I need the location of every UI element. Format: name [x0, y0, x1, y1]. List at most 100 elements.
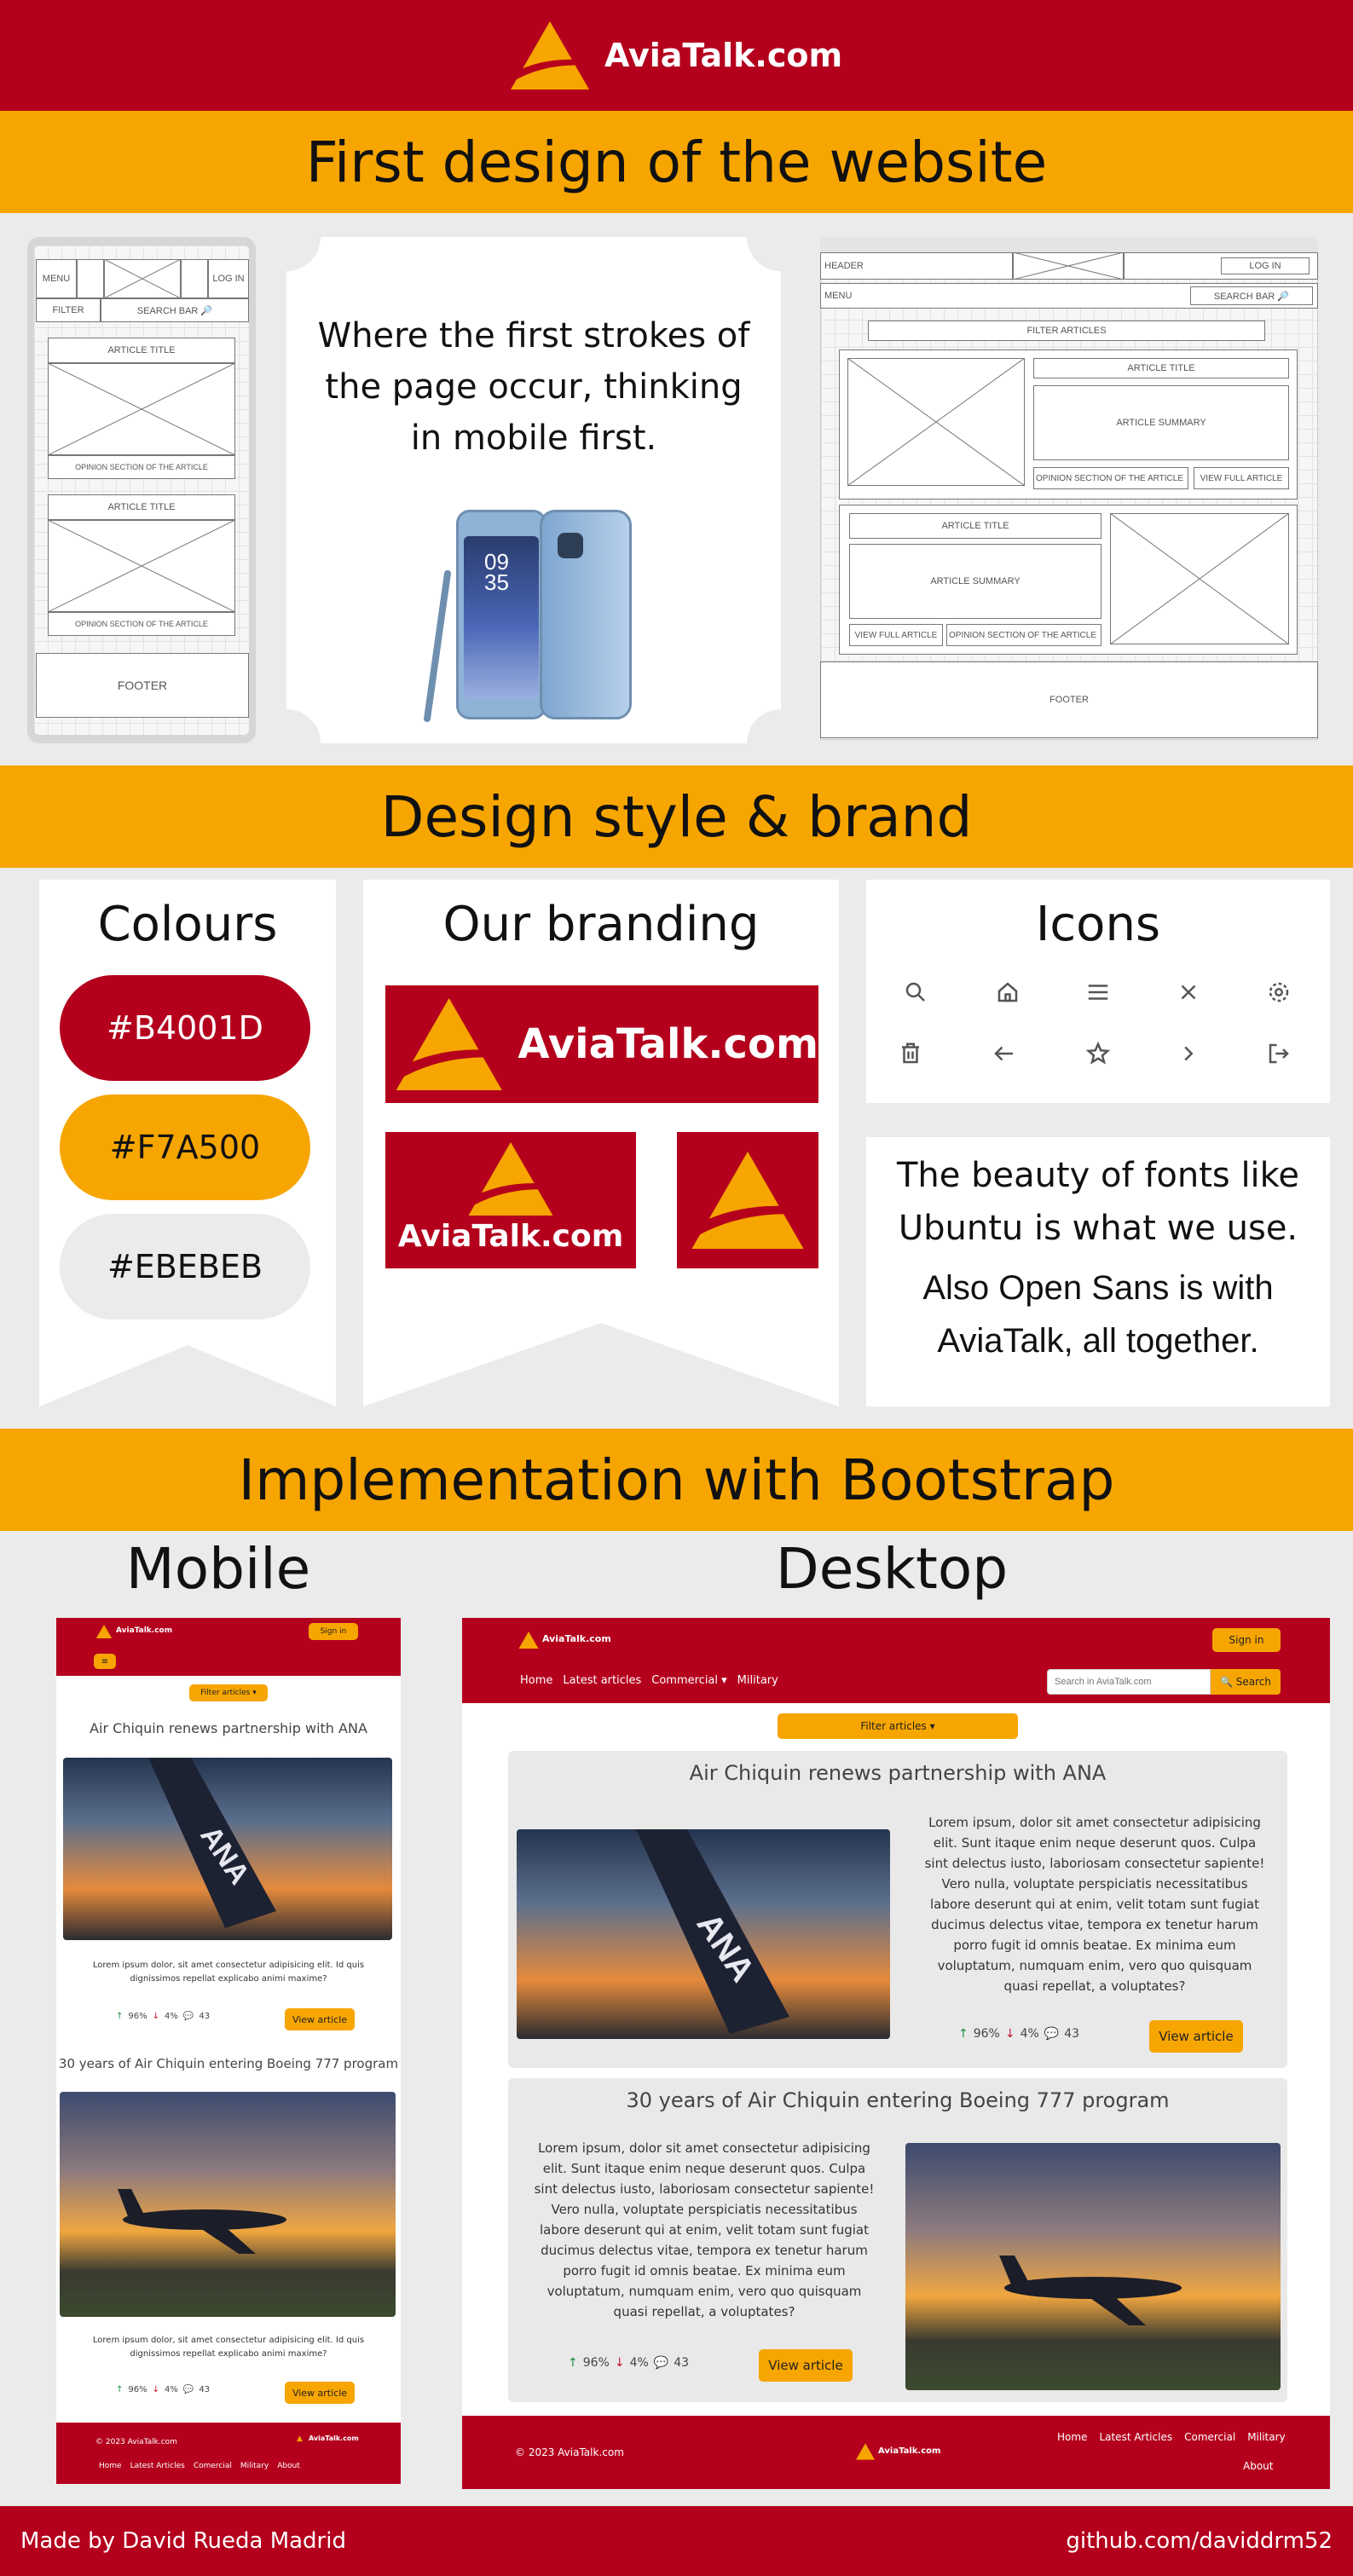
- article-image: [905, 2143, 1281, 2390]
- desktop-nav: Home Latest articles Commercial ▾ Milita…: [520, 1674, 789, 1687]
- mobile-navbar: AviaTalk.com Sign in ≡: [56, 1618, 401, 1676]
- logout-icon: [1262, 1037, 1296, 1071]
- view-article-button[interactable]: View article: [285, 2008, 355, 2030]
- wf-footer: FOOTER: [820, 661, 1318, 738]
- comments-icon[interactable]: 💬: [183, 2385, 194, 2394]
- search-input[interactable]: [1047, 1669, 1211, 1695]
- wf-view-full: VIEW FULL ARTICLE: [849, 624, 943, 646]
- wf-opinion: OPINION SECTION OF THE ARTICLE: [946, 624, 1101, 646]
- search-icon: [899, 975, 933, 1009]
- brand-name[interactable]: AviaTalk.com: [604, 37, 842, 74]
- fonts-card: The beauty of fonts like Ubuntu is what …: [866, 1137, 1330, 1406]
- wf-article-summary: ARTICLE SUMMARY: [1033, 385, 1289, 460]
- nav-link-latest[interactable]: Latest articles: [563, 1674, 641, 1687]
- gear-icon: [1262, 975, 1296, 1009]
- article-image: ANA: [63, 1758, 392, 1940]
- wf-opinion: OPINION SECTION OF THE ARTICLE: [48, 455, 235, 479]
- wf-article-summary: ARTICLE SUMMARY: [849, 544, 1101, 619]
- brand-name[interactable]: AviaTalk.com: [116, 1626, 172, 1635]
- hamburger-menu-button[interactable]: ≡: [94, 1654, 116, 1669]
- desktop-footer: © 2023 AviaTalk.com AviaTalk.com Home La…: [462, 2416, 1330, 2489]
- brand-banner-icon: [677, 1132, 818, 1268]
- footer-link[interactable]: Home: [99, 2462, 122, 2470]
- colour-swatch: #B4001D: [60, 975, 310, 1081]
- brand-logo-icon: [396, 998, 502, 1090]
- article-body: Lorem ipsum, dolor sit amet consectetur …: [924, 1815, 1265, 1994]
- article-title[interactable]: 30 years of Air Chiquin entering Boeing …: [508, 2088, 1287, 2112]
- view-article-button[interactable]: View article: [285, 2382, 355, 2404]
- wf-image-placeholder: [48, 363, 235, 455]
- search-button[interactable]: 🔍 Search: [1211, 1669, 1281, 1695]
- branding-card: Our branding AviaTalk.com AviaTalk.com: [363, 880, 839, 1406]
- icons-title: Icons: [1035, 897, 1161, 952]
- mobile-mockup: AviaTalk.com Sign in ≡ Filter articles ▾…: [56, 1618, 401, 2484]
- trash-icon: [893, 1037, 928, 1071]
- footer-link[interactable]: Latest Articles: [130, 2462, 185, 2470]
- footer-link[interactable]: Military: [240, 2462, 269, 2470]
- footer-link[interactable]: About: [277, 2462, 300, 2470]
- branding-title: Our branding: [442, 897, 760, 952]
- comments-icon[interactable]: 💬: [183, 2012, 194, 2021]
- footer-link[interactable]: Comercial: [1184, 2431, 1235, 2443]
- repo-link[interactable]: github.com/daviddrm52: [1066, 2528, 1333, 2554]
- comments-icon[interactable]: 💬: [654, 2356, 668, 2370]
- star-icon: [1081, 1037, 1115, 1071]
- nav-link-military[interactable]: Military: [737, 1674, 778, 1687]
- bottom-bar: Made by David Rueda Madrid github.com/da…: [0, 2506, 1353, 2576]
- author-credit: Made by David Rueda Madrid: [20, 2528, 346, 2554]
- desktop-navbar: AviaTalk.com Sign in Home Latest article…: [462, 1618, 1330, 1703]
- mobile-footer: © 2023 AviaTalk.com ▲ AviaTalk.com Home …: [56, 2423, 401, 2484]
- brand-name[interactable]: AviaTalk.com: [542, 1633, 611, 1644]
- section-title-implementation: Implementation with Bootstrap: [0, 1429, 1353, 1531]
- first-design-text: Where the first strokes of the page occu…: [317, 316, 750, 458]
- article-title[interactable]: 30 years of Air Chiquin entering Boeing …: [56, 2056, 401, 2071]
- thumb-down-icon[interactable]: ↓: [153, 2012, 159, 2021]
- colours-title: Colours: [97, 897, 278, 952]
- thumb-up-icon[interactable]: ↑: [958, 2027, 968, 2041]
- thumb-up-icon[interactable]: ↑: [116, 2012, 123, 2021]
- brand-logo-icon: [856, 2443, 875, 2460]
- thumb-down-icon[interactable]: ↓: [1005, 2027, 1015, 2041]
- brand-name[interactable]: AviaTalk.com: [309, 2434, 359, 2442]
- footer-link[interactable]: Latest Articles: [1099, 2431, 1172, 2443]
- view-article-button[interactable]: View article: [759, 2349, 853, 2382]
- sign-in-button[interactable]: Sign in: [1212, 1628, 1281, 1652]
- footer-link[interactable]: Military: [1247, 2431, 1285, 2443]
- thumb-down-icon[interactable]: ↓: [615, 2356, 625, 2370]
- wf-logo-placeholder: [104, 259, 181, 298]
- wf-view-full: VIEW FULL ARTICLE: [1194, 467, 1289, 489]
- first-design-card: Where the first strokes of the page occu…: [286, 237, 781, 743]
- thumb-up-icon[interactable]: ↑: [116, 2385, 123, 2394]
- footer-link[interactable]: Comercial: [194, 2462, 232, 2470]
- brand-name[interactable]: AviaTalk.com: [878, 2446, 940, 2456]
- nav-dropdown-commercial[interactable]: Commercial ▾: [651, 1674, 726, 1687]
- mobile-wireframe: MENU LOG IN FILTER SEARCH BAR 🔎 ARTICLE …: [27, 237, 256, 743]
- article-image: [60, 2092, 396, 2317]
- comments-icon[interactable]: 💬: [1044, 2027, 1059, 2041]
- article-title[interactable]: Air Chiquin renews partnership with ANA: [56, 1720, 401, 1736]
- filter-articles-button[interactable]: Filter articles ▾: [778, 1713, 1018, 1739]
- wf-article-title: ARTICLE TITLE: [1033, 358, 1289, 378]
- footer-link[interactable]: Home: [1057, 2431, 1087, 2443]
- brand-name: AviaTalk.com: [397, 1219, 624, 1254]
- wf-article-title: ARTICLE TITLE: [48, 494, 235, 520]
- brand-banner-wide: AviaTalk.com: [385, 985, 818, 1103]
- arrow-left-icon: [987, 1037, 1021, 1071]
- footer-links: Home Latest Articles Comercial Military …: [99, 2462, 300, 2470]
- section-title-first-design: First design of the website: [0, 111, 1353, 213]
- view-article-button[interactable]: View article: [1149, 2020, 1243, 2053]
- article-title[interactable]: Air Chiquin renews partnership with ANA: [508, 1761, 1287, 1785]
- wf-header: HEADER: [820, 252, 1013, 280]
- article-stats: ↑ 96% ↓ 4% 💬 43: [116, 2012, 211, 2021]
- desktop-wireframe: HEADER LOG IN MENU SEARCH BAR 🔎 FILTER A…: [820, 237, 1318, 740]
- filter-articles-button[interactable]: Filter articles ▾: [189, 1684, 268, 1701]
- footer-link[interactable]: About: [1243, 2460, 1273, 2472]
- sign-in-button[interactable]: Sign in: [309, 1623, 358, 1640]
- thumb-up-icon[interactable]: ↑: [568, 2356, 578, 2370]
- thumb-down-icon[interactable]: ↓: [153, 2385, 159, 2394]
- fonts-text-1: The beauty of fonts like Ubuntu is what …: [896, 1156, 1300, 1248]
- nav-link-home[interactable]: Home: [520, 1674, 552, 1687]
- wf-login: LOG IN: [208, 259, 249, 298]
- colour-swatch: #F7A500: [60, 1095, 310, 1200]
- brand-logo-icon: [691, 1152, 804, 1249]
